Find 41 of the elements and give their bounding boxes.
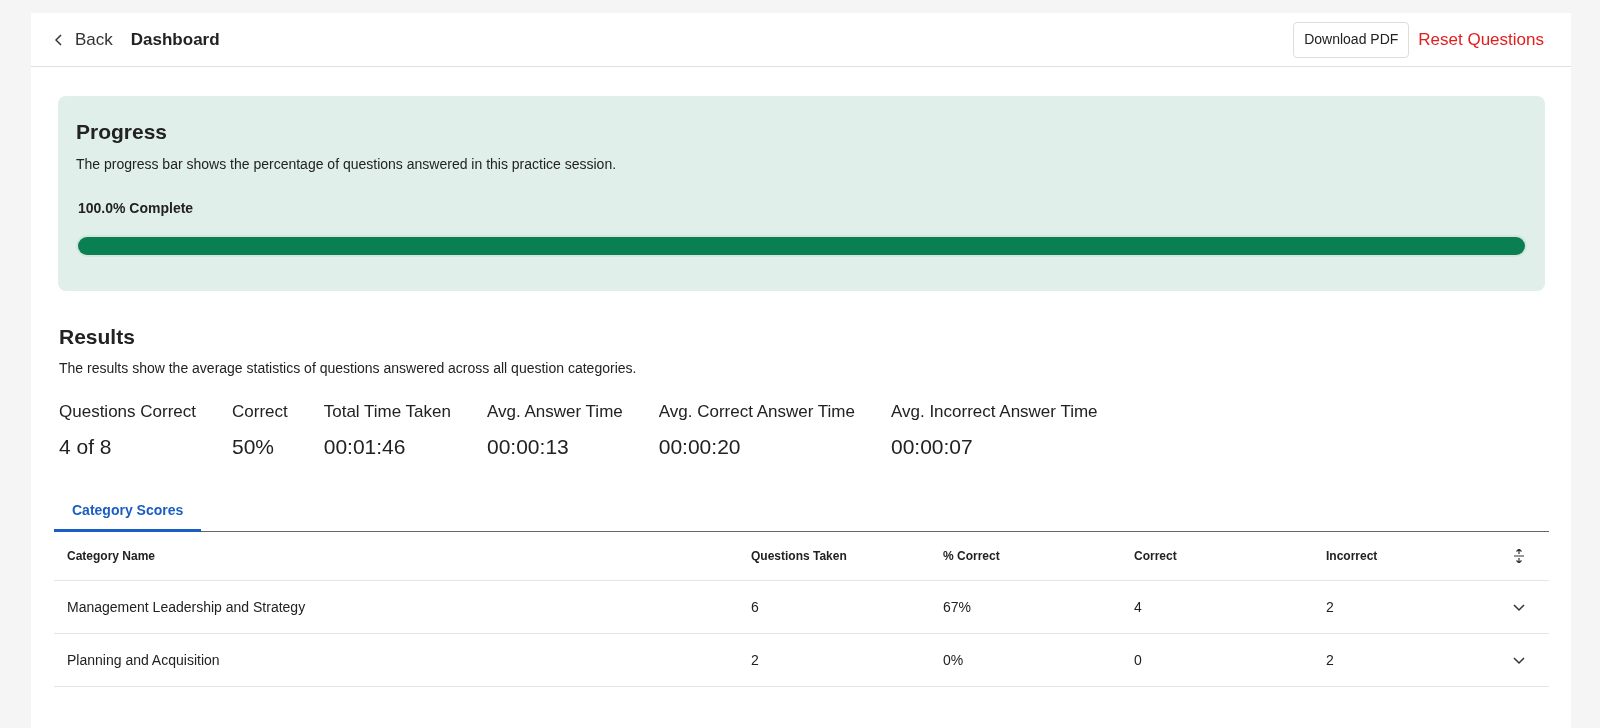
stat-label: Correct (232, 401, 288, 423)
stat-label: Avg. Answer Time (487, 401, 623, 423)
chevron-left-icon (55, 33, 63, 46)
column-header: Category Name (67, 548, 157, 565)
stat-value: 00:00:13 (487, 433, 570, 460)
category-scores-tab[interactable]: Category Scores (54, 492, 202, 532)
progress-title: Progress (76, 119, 169, 145)
table-cell-text: 4 (1134, 597, 1143, 617)
stat-label: Questions Correct (59, 401, 196, 423)
progress-label: 100.0% Complete (78, 198, 195, 218)
results-title: Results (59, 323, 136, 350)
column-header: Correct (1134, 548, 1178, 565)
chevron-down-icon[interactable] (1513, 655, 1525, 665)
stat-value: 00:00:07 (890, 433, 974, 460)
column-header: Incorrect (1326, 548, 1379, 565)
expand-collapse-icon[interactable] (1514, 549, 1524, 563)
table-cell-text: 0% (943, 650, 965, 670)
progress-description: The progress bar shows the percentage of questions answered in this practice session. (76, 154, 618, 174)
page-title: Dashboard (130, 28, 220, 51)
back-link[interactable]: Back (55, 26, 113, 53)
table-cell-text: 0 (1134, 650, 1143, 670)
table-cell-text: 6 (751, 597, 760, 617)
table-cell-text: Planning and Acquisition (67, 650, 221, 670)
stat-value: 00:01:46 (323, 433, 407, 460)
table-cell-text: Management Leadership and Strategy (67, 597, 307, 617)
reset-questions-link[interactable]: Reset Questions (1418, 26, 1544, 53)
stat-label: Avg. Incorrect Answer Time (890, 401, 1098, 423)
download-pdf-button[interactable]: Download PDF (1293, 21, 1410, 58)
stat-label: Avg. Correct Answer Time (658, 401, 855, 423)
table-cell-text: 67% (943, 597, 973, 617)
table-cell-text: 2 (1326, 597, 1335, 617)
stat-value: 4 of 8 (59, 433, 113, 460)
chevron-down-icon[interactable] (1513, 602, 1525, 612)
column-header: % Correct (943, 548, 1001, 565)
stat-label: Total Time Taken (323, 401, 451, 423)
table-cell-text: 2 (1326, 650, 1335, 670)
table-cell-text: 2 (751, 650, 760, 670)
stat-value: 50% (232, 433, 276, 460)
stat-value: 00:00:20 (658, 433, 742, 460)
column-header: Questions Taken (751, 548, 848, 565)
results-description: The results show the average statistics of questions answered across all question categories. (59, 359, 638, 378)
